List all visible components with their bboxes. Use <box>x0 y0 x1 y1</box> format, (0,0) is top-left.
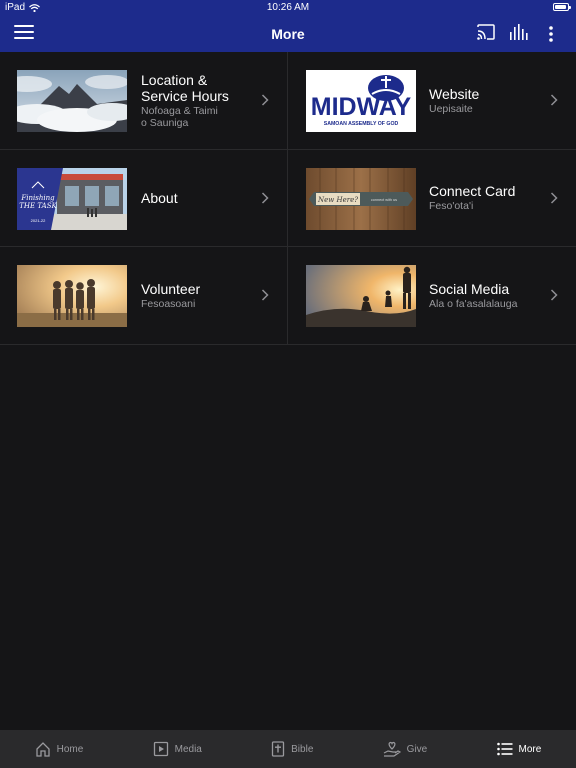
midway-logo-text: MIDWAY <box>311 93 412 121</box>
menu-item-subtitle: Feso'ota'i <box>429 200 474 213</box>
menu-item-text: Social Media Ala o fa'asalalauga <box>429 247 517 344</box>
battery-icon <box>553 3 571 11</box>
more-menu-grid: Location & Service Hours Nofoaga & Taimi… <box>0 52 576 345</box>
chevron-right-icon <box>261 94 269 106</box>
church-building-image: Finishing THE TASK 2021-22 <box>17 167 127 230</box>
tab-label: Media <box>174 743 202 755</box>
menu-item-connect-card[interactable]: New Here? connect with us Connect Card F… <box>288 150 576 247</box>
tab-label: Give <box>406 743 428 755</box>
menu-item-subtitle: Nofoaga & Taimi o Sauniga <box>141 104 218 129</box>
tab-label: More <box>518 743 542 755</box>
menu-item-text: About <box>141 150 178 247</box>
give-icon <box>383 741 401 757</box>
menu-item-subtitle: Fesoasoani <box>141 297 196 310</box>
list-icon <box>496 742 513 756</box>
midway-logo-image: MIDWAY SAMOAN ASSEMBLY OF GOD <box>306 70 416 132</box>
media-icon <box>153 741 168 757</box>
menu-row: Volunteer Fesoasoani Social Media Ala o … <box>0 247 576 345</box>
menu-item-title: About <box>141 189 178 206</box>
tab-give[interactable]: Give <box>373 741 438 757</box>
about-badge-year: 2021-22 <box>31 218 46 223</box>
wood-sign-image: New Here? connect with us <box>306 167 416 230</box>
tab-media[interactable]: Media <box>143 741 212 757</box>
menu-item-title: Connect Card <box>429 183 516 200</box>
menu-item-text: Location & Service Hours Nofoaga & Taimi… <box>141 52 229 149</box>
midway-logo-subtext: SAMOAN ASSEMBLY OF GOD <box>324 121 399 127</box>
menu-item-title: Social Media <box>429 280 510 297</box>
menu-row: Finishing THE TASK 2021-22 About New Her… <box>0 149 576 247</box>
chevron-right-icon <box>550 94 558 106</box>
menu-item-website[interactable]: MIDWAY SAMOAN ASSEMBLY OF GOD Website Ue… <box>288 52 576 149</box>
connect-sign-subtext: connect with us <box>371 198 397 202</box>
nav-bar: More <box>0 16 576 52</box>
hilltop-sunset-image <box>306 265 416 327</box>
menu-item-subtitle: Ala o fa'asalalauga <box>429 297 518 310</box>
chevron-right-icon <box>550 289 558 301</box>
status-bar: iPad 10:26 AM <box>0 0 576 15</box>
bible-icon <box>271 741 285 757</box>
menu-item-text: Volunteer Fesoasoani <box>141 247 200 344</box>
menu-item-text: Connect Card Feso'ota'i <box>429 150 515 247</box>
tab-label: Home <box>56 743 84 755</box>
tab-home[interactable]: Home <box>25 741 94 757</box>
menu-item-title: Website <box>429 85 480 102</box>
menu-item-social-media[interactable]: Social Media Ala o fa'asalalauga <box>288 247 576 344</box>
more-options-icon[interactable] <box>548 26 554 42</box>
cast-icon[interactable] <box>477 24 495 40</box>
chevron-right-icon <box>261 289 269 301</box>
bottom-tab-bar: Home Media Bible Give More <box>0 730 576 768</box>
app-header: iPad 10:26 AM More <box>0 0 576 52</box>
menu-item-title: Location & Service Hours <box>141 71 229 104</box>
group-sunset-image <box>17 265 127 327</box>
menu-item-about[interactable]: Finishing THE TASK 2021-22 About <box>0 149 288 247</box>
menu-item-location[interactable]: Location & Service Hours Nofoaga & Taimi… <box>0 52 288 149</box>
about-badge-text: Finishing THE TASK <box>19 194 57 210</box>
menu-item-title: Volunteer <box>141 280 201 297</box>
home-icon <box>35 742 50 757</box>
chevron-right-icon <box>550 191 558 204</box>
menu-row: Location & Service Hours Nofoaga & Taimi… <box>0 52 576 150</box>
tab-label: Bible <box>291 743 314 755</box>
tab-bible[interactable]: Bible <box>261 741 323 757</box>
chevron-right-icon <box>261 191 269 204</box>
menu-item-subtitle: Uepisaite <box>429 102 473 115</box>
menu-item-text: Website Uepisaite <box>429 52 479 149</box>
menu-item-volunteer[interactable]: Volunteer Fesoasoani <box>0 247 288 344</box>
audio-levels-icon[interactable] <box>509 24 529 40</box>
tab-more[interactable]: More <box>487 742 552 756</box>
mountain-clouds-image <box>17 70 127 132</box>
connect-sign-text: New Here? <box>317 196 358 204</box>
status-time: 10:26 AM <box>266 2 310 13</box>
